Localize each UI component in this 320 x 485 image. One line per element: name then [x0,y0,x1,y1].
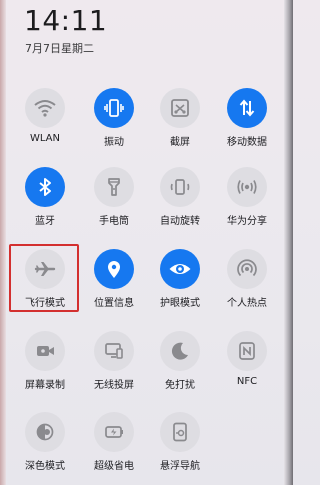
vibrate-icon[interactable] [94,88,134,128]
tile-battery-saver[interactable]: 超级省电 [79,412,149,484]
nfc-icon[interactable] [227,331,267,371]
eye-icon[interactable] [160,249,200,289]
phone-frame-right [284,0,293,485]
tile-nfc[interactable]: NFC [212,331,282,403]
tile-label: NFC [236,376,258,387]
floating-nav-icon[interactable] [160,412,200,452]
tile-flashlight[interactable]: 手电筒 [79,167,149,239]
tile-vibrate[interactable]: 振动 [79,88,149,160]
tile-label: 悬浮导航 [160,461,200,472]
tile-label: 移动数据 [227,137,267,148]
moon-icon[interactable] [160,331,200,371]
tile-floating-nav[interactable]: 悬浮导航 [145,412,215,484]
tile-mobile-data[interactable]: 移动数据 [212,88,282,160]
tile-location[interactable]: 位置信息 [79,249,149,321]
dark-mode-icon[interactable] [25,412,65,452]
battery-saver-icon[interactable] [94,412,134,452]
status-time: 14:11 [24,4,108,37]
wifi-icon[interactable] [25,88,65,128]
location-icon[interactable] [94,249,134,289]
airplane-mode-highlight-box [9,244,79,312]
hotspot-icon[interactable] [227,249,267,289]
phone-frame-left [0,0,6,485]
flashlight-icon[interactable] [94,167,134,207]
tile-screenshot[interactable]: 截屏 [145,88,215,160]
tile-wlan[interactable]: WLAN [10,88,80,160]
auto-rotate-icon[interactable] [160,167,200,207]
mobile-data-icon[interactable] [227,88,267,128]
tile-do-not-disturb[interactable]: 免打扰 [145,331,215,403]
bluetooth-icon[interactable] [25,167,65,207]
tile-hotspot[interactable]: 个人热点 [212,249,282,321]
tile-dark-mode[interactable]: 深色模式 [10,412,80,484]
tile-label: 个人热点 [227,298,267,309]
huawei-share-icon[interactable] [227,167,267,207]
status-date: 7月7日星期二 [25,42,94,55]
tile-auto-rotate[interactable]: 自动旋转 [145,167,215,239]
tile-bluetooth[interactable]: 蓝牙 [10,167,80,239]
tile-screen-record[interactable]: 屏幕录制 [10,331,80,403]
screen-record-icon[interactable] [25,331,65,371]
screenshot-icon[interactable] [160,88,200,128]
tile-huawei-share[interactable]: 华为分享 [212,167,282,239]
tile-wireless-projection[interactable]: 无线投屏 [79,331,149,403]
tile-eye-comfort[interactable]: 护眼模式 [145,249,215,321]
wireless-projection-icon[interactable] [94,331,134,371]
tile-label: 华为分享 [227,216,267,227]
